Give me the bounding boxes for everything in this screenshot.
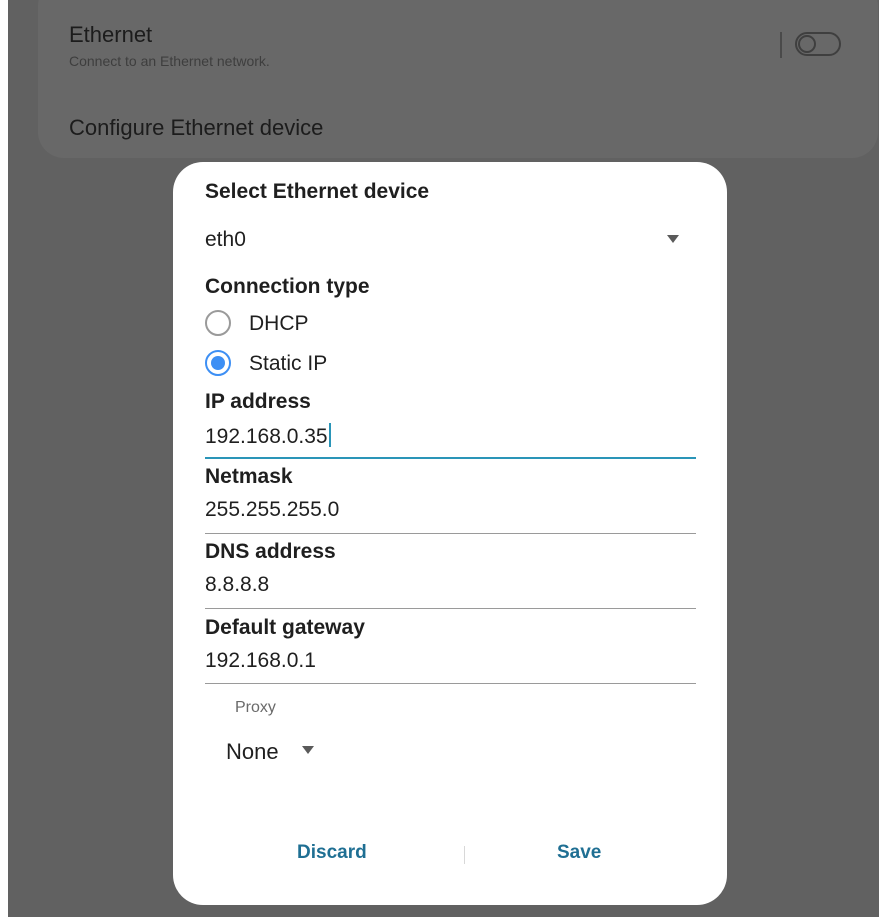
text-cursor: [328, 423, 331, 447]
default-gateway-underline: [205, 683, 696, 684]
proxy-select[interactable]: None: [226, 739, 279, 765]
proxy-label: Proxy: [235, 699, 276, 716]
proxy-select-value: None: [226, 739, 279, 764]
ethernet-config-dialog: Select Ethernet device eth0 Connection t…: [173, 162, 727, 905]
ip-address-field[interactable]: 192.168.0.35: [205, 423, 331, 449]
static-ip-radio[interactable]: [205, 350, 231, 376]
ip-address-value: 192.168.0.35: [205, 425, 328, 448]
dhcp-radio[interactable]: [205, 310, 231, 336]
ethernet-toggle[interactable]: [795, 32, 841, 56]
proxy-dropdown-arrow-icon[interactable]: [302, 746, 314, 754]
default-gateway-field[interactable]: 192.168.0.1: [205, 649, 316, 673]
dialog-title: Select Ethernet device: [205, 180, 430, 203]
ip-address-label: IP address: [205, 390, 311, 413]
default-gateway-label: Default gateway: [205, 616, 365, 639]
toggle-knob: [798, 35, 816, 53]
dns-address-label: DNS address: [205, 540, 336, 563]
dhcp-radio-label[interactable]: DHCP: [249, 312, 309, 336]
device-select-value[interactable]: eth0: [205, 228, 246, 252]
static-ip-radio-label[interactable]: Static IP: [249, 352, 327, 376]
netmask-underline: [205, 533, 696, 534]
netmask-label: Netmask: [205, 465, 293, 488]
dropdown-arrow-icon[interactable]: [667, 235, 679, 243]
dns-address-underline: [205, 608, 696, 609]
ethernet-subtitle: Connect to an Ethernet network.: [69, 53, 270, 69]
ethernet-title[interactable]: Ethernet: [69, 22, 152, 48]
toggle-divider: [780, 32, 782, 58]
configure-ethernet-item[interactable]: Configure Ethernet device: [69, 115, 323, 141]
save-button[interactable]: Save: [557, 842, 601, 864]
connection-type-label: Connection type: [205, 275, 370, 298]
ip-address-underline: [205, 457, 696, 459]
button-separator: [464, 846, 465, 864]
discard-button[interactable]: Discard: [297, 842, 367, 864]
dns-address-field[interactable]: 8.8.8.8: [205, 573, 269, 597]
netmask-field[interactable]: 255.255.255.0: [205, 498, 339, 522]
